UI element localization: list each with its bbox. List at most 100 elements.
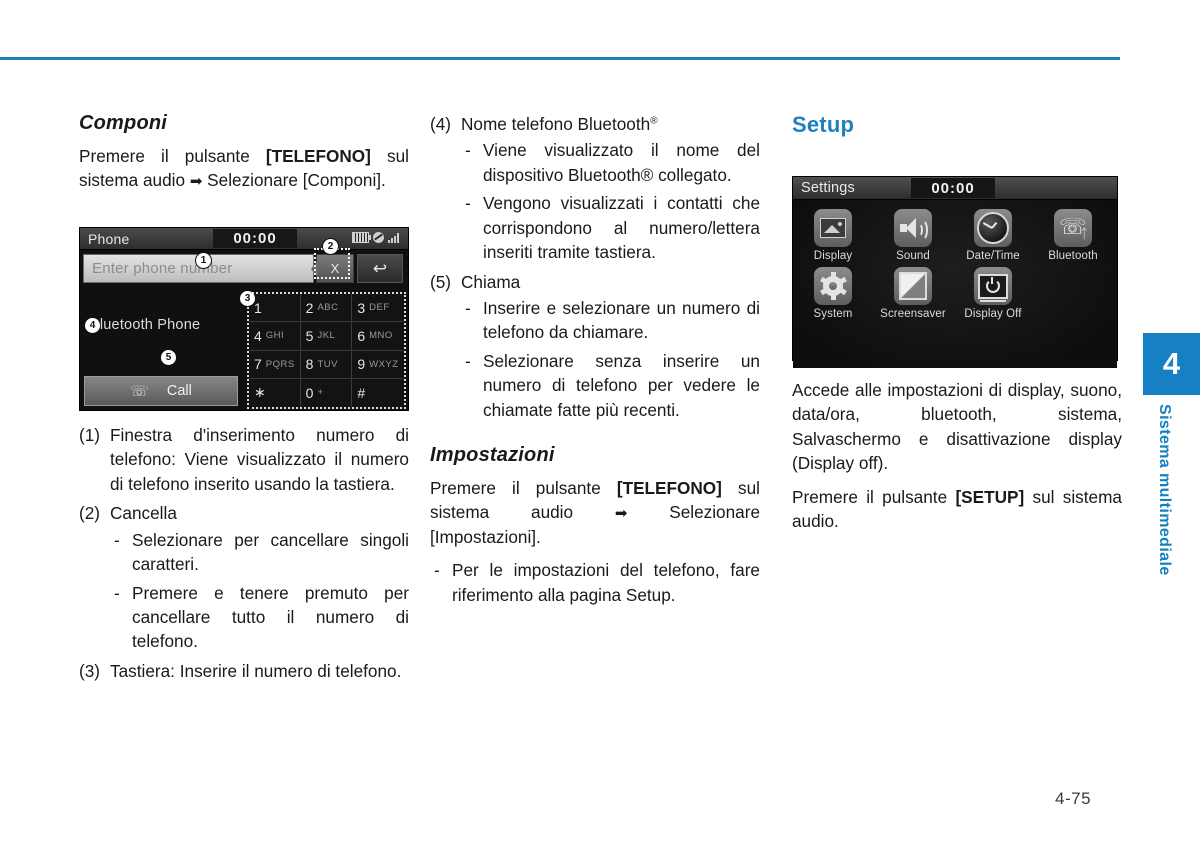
key-letters: GHI [265, 330, 285, 342]
settings-item-bluetooth[interactable]: ☏ ᛏ Bluetooth [1041, 209, 1105, 262]
key-digit: 8 [305, 356, 314, 373]
callout-1: 1 [195, 252, 212, 269]
list-item: - Premere e tenere premuto per cancellare… [110, 581, 409, 654]
bluetooth-phone-row: Bluetooth Phone [90, 317, 200, 333]
keypad-key[interactable]: 9 WXYZ [352, 351, 404, 379]
item-text: Finestra d'inserimento numero di telefon… [110, 425, 409, 494]
list-item: (4) Nome telefono Bluetooth® - Viene visu… [430, 112, 760, 265]
dash-marker: - [114, 529, 120, 550]
item-text: Nome telefono Bluetooth [461, 114, 651, 134]
list-item: (3) Tastiera: Inserire il numero di tele… [79, 659, 409, 683]
key-letters: DEF [369, 302, 390, 314]
componi-items: (1) Finestra d'inserimento numero di tel… [79, 423, 409, 683]
keypad-key[interactable]: 2 ABC [300, 294, 353, 323]
keypad-key[interactable]: 7 PQRS [249, 350, 301, 379]
settings-grid: Display Sound Date/Time ☏ ᛏ Bluetooth Sys… [793, 200, 1117, 368]
settings-titlebar: Settings 00:00 [793, 177, 1117, 200]
phone-dialer-screenshot: Phone 00:00 Enter phone number X ↩ Bluet… [79, 227, 409, 411]
display-off-icon [974, 267, 1012, 305]
item-text: Cancella [110, 503, 177, 524]
list-item: - Vengono visualizzati i contatti che cor… [461, 191, 760, 264]
key-digit: 0 [305, 384, 314, 401]
settings-item-label: Sound [896, 250, 930, 262]
settings-row-2: System Screensaver Display Off [793, 267, 1117, 320]
settings-item-display-off[interactable]: Display Off [961, 267, 1025, 320]
key-digit: 9 [357, 356, 366, 373]
dash-marker: - [465, 193, 471, 214]
chiama-subitems: - Inserire e selezionare un numero di tel… [461, 296, 760, 422]
item-text: Tastiera: Inserire il numero di telefono… [110, 660, 402, 681]
setup-instruction: Premere il pulsante [SETUP] sul sistema … [792, 485, 1122, 534]
settings-item-display[interactable]: Display [801, 209, 865, 262]
dash-marker: - [465, 297, 471, 318]
key-digit: 5 [305, 327, 314, 344]
dash-marker: - [465, 350, 471, 371]
setup-instruction-part1: Premere il pulsante [792, 486, 956, 507]
section-heading-componi: Componi [79, 112, 168, 134]
key-digit: 2 [305, 299, 314, 316]
settings-item-label: Display Off [964, 308, 1022, 320]
column-left-list: (1) Finestra d'inserimento numero di tel… [79, 423, 409, 688]
key-letters: TUV [317, 358, 338, 370]
key-letters: WXYZ [369, 358, 399, 370]
keypad-key[interactable]: # [352, 379, 404, 407]
column-left: Componi Premere il pulsante [TELEFONO] s… [79, 112, 409, 202]
speaker-icon [894, 209, 932, 247]
componi-intro-part1: Premere il pulsante [79, 146, 266, 166]
phone-keypad[interactable]: 1 2 ABC 3 DEF 4 GHI 5 JKL 6 MNO 7 PQRS 8 TUV 9W… [247, 292, 406, 409]
key-letters: ABC [317, 302, 339, 314]
item-marker: (1) [79, 425, 101, 445]
item-marker: (5) [430, 271, 452, 292]
list-item: - Per le impostazioni del telefono, fare … [430, 558, 760, 607]
dash-marker: - [465, 140, 471, 161]
registered-mark: ® [650, 115, 658, 127]
settings-item-datetime[interactable]: Date/Time [961, 209, 1025, 262]
settings-screen-title: Settings [801, 180, 855, 196]
column-middle-items: (4) Nome telefono Bluetooth® - Viene visu… [430, 112, 760, 422]
keypad-key[interactable]: 3 DEF [352, 294, 404, 323]
picture-icon [814, 209, 852, 247]
key-digit: ∗ [254, 384, 266, 401]
phone-input-row: Enter phone number X ↩ [83, 254, 403, 283]
settings-item-sound[interactable]: Sound [881, 209, 945, 262]
key-letters: MNO [369, 330, 393, 342]
keypad-key[interactable]: 1 [249, 294, 301, 323]
list-item: - Inserire e selezionare un numero di tel… [461, 296, 760, 345]
impostazioni-intro: Premere il pulsante [TELEFONO] sul siste… [430, 476, 760, 549]
chapter-number: 4 [1162, 346, 1181, 381]
dash-marker: - [434, 560, 440, 581]
componi-intro-part3: Selezionare [Componi]. [202, 170, 386, 191]
setup-button-ref: [SETUP] [955, 486, 1025, 507]
phone-status-icons [352, 232, 402, 243]
item-text: Selezionare senza inserire un numero di … [483, 350, 760, 420]
keypad-key[interactable]: ∗ [249, 378, 301, 407]
chapter-tab: 4 [1143, 333, 1200, 395]
bt-name-subitems: - Viene visualizzato il nome del disposit… [461, 138, 760, 264]
battery-icon [352, 232, 371, 243]
call-button[interactable]: ☏ Call [84, 376, 238, 406]
phone-body: Enter phone number X ↩ Bluetooth Phone ☏… [80, 250, 408, 410]
settings-item-screensaver[interactable]: Screensaver [880, 267, 946, 320]
settings-item-label: Date/Time [966, 250, 1020, 262]
dash-marker: - [114, 582, 120, 603]
keypad-key[interactable]: 8 TUV [300, 350, 353, 379]
keypad-key[interactable]: 5 JKL [300, 322, 353, 351]
bluetooth-phone-icon: ☏ ᛏ [1054, 209, 1092, 247]
gear-icon [814, 267, 852, 305]
key-digit: 6 [357, 327, 366, 344]
keypad-key[interactable]: 4 GHI [249, 322, 301, 351]
list-item: (2) Cancella - Selezionare per cancellare… [79, 501, 409, 654]
back-button[interactable]: ↩ [357, 254, 403, 283]
settings-item-system[interactable]: System [801, 267, 865, 320]
settings-item-label: Screensaver [880, 308, 946, 320]
keypad-key[interactable]: 0 + [301, 378, 353, 407]
list-item: (5) Chiama - Inserire e selezionare un nu… [430, 270, 760, 423]
settings-item-label: Bluetooth [1048, 250, 1098, 262]
settings-row-1: Display Sound Date/Time ☏ ᛏ Bluetooth [793, 209, 1117, 262]
settings-item-label: System [813, 308, 853, 320]
item-marker: (4) [430, 114, 452, 134]
column-right: Setup [792, 112, 1122, 152]
item-marker: (3) [79, 660, 101, 681]
impostazioni-intro-part1: Premere il pulsante [430, 478, 617, 499]
keypad-key[interactable]: 6 MNO [352, 322, 404, 351]
